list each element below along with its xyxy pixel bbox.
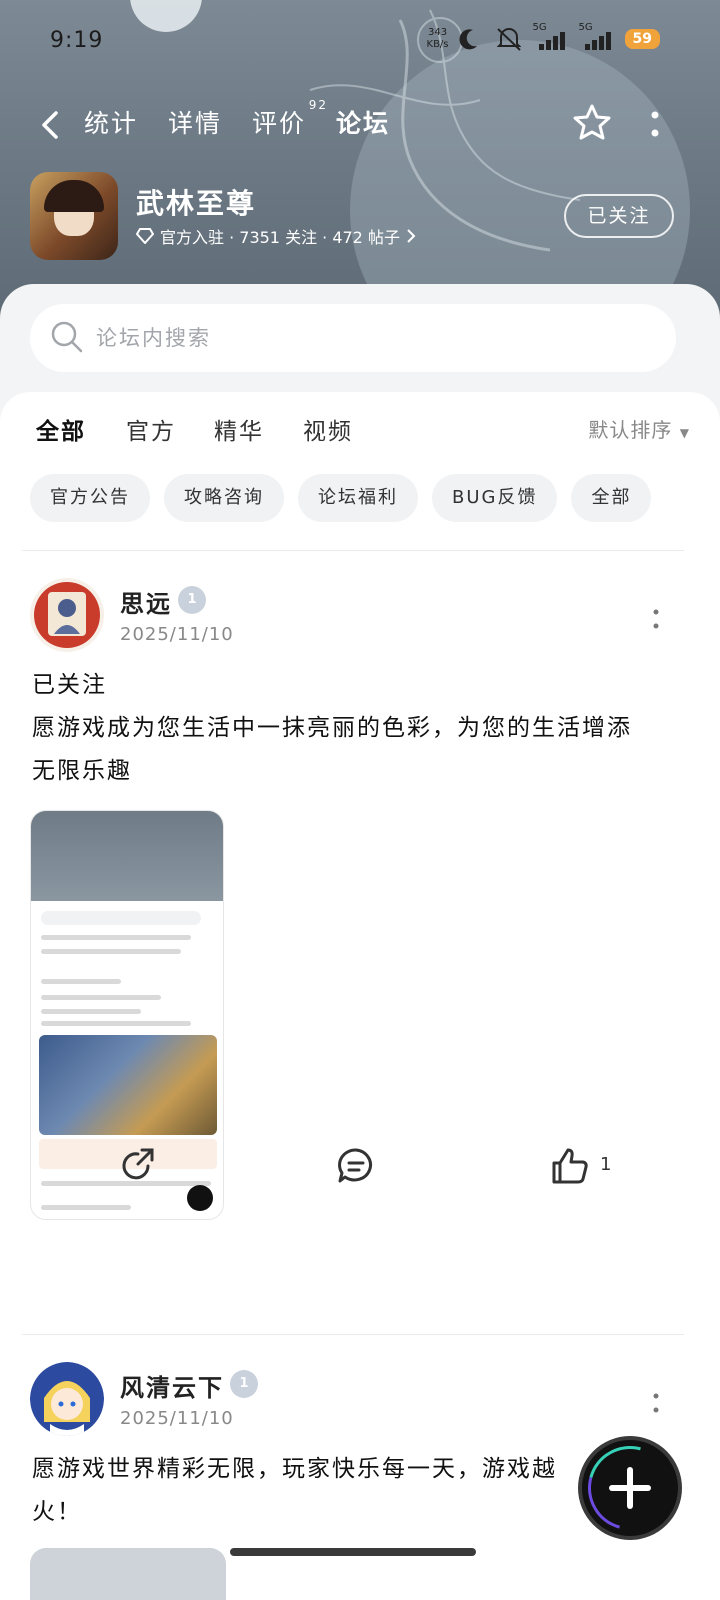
category-video[interactable]: 视频 [303, 412, 353, 446]
search-icon [51, 321, 83, 353]
chip-announcements[interactable]: 官方公告 [30, 474, 150, 522]
back-arrow-icon[interactable] [38, 110, 62, 140]
sort-label: 默认排序 [588, 418, 673, 442]
like-count: 1 [600, 1154, 612, 1175]
status-time: 9:19 [50, 28, 104, 53]
post-text-line: 已关注 [32, 672, 107, 698]
plus-icon [609, 1467, 651, 1509]
more-vertical-icon[interactable] [650, 110, 660, 138]
tab-stats[interactable]: 统计 [84, 104, 138, 140]
post-date: 2025/11/10 [120, 1408, 234, 1429]
share-icon[interactable] [118, 1146, 158, 1186]
category-all[interactable]: 全部 [36, 412, 86, 450]
signal-icon: 5G [533, 22, 569, 50]
search-bar[interactable] [30, 304, 676, 372]
network-speed-value: 343 [427, 27, 448, 38]
post-more-icon[interactable] [652, 1392, 660, 1414]
top-nav: 统计 详情 评价 92 论坛 [0, 98, 720, 150]
post-actions: 1 [0, 1146, 720, 1206]
tab-reviews-label: 评价 [252, 109, 307, 138]
chip-all[interactable]: 全部 [571, 474, 652, 522]
avatar[interactable] [30, 578, 104, 652]
post-text-line: 火！ [32, 1499, 82, 1525]
game-cover-image[interactable] [30, 172, 118, 260]
battery-indicator: 59 [624, 29, 660, 49]
category-tabs: 全部 官方 精华 视频 默认排序 ▼ [36, 412, 689, 452]
comment-icon[interactable] [336, 1146, 376, 1186]
post-author[interactable]: 思远 [120, 584, 172, 619]
post-body: 已关注 愿游戏成为您生活中一抹亮丽的色彩，为您的生活增添 无限乐趣 [32, 664, 662, 793]
moon-icon [459, 29, 477, 50]
category-official[interactable]: 官方 [126, 412, 176, 446]
signal-label-2: 5G [578, 22, 593, 33]
forum-header: 9:19 343 KB/s 5G 5G 59 统计 详情 评价 92 论坛 武林… [0, 0, 720, 330]
post-text-line: 愿游戏世界精彩无限，玩家快乐每一天，游戏越 [32, 1456, 557, 1482]
post-author[interactable]: 风清云下 [120, 1368, 224, 1403]
avatar[interactable] [30, 1362, 104, 1436]
chip-bug-report[interactable]: BUG反馈 [432, 474, 558, 522]
chip-benefits[interactable]: 论坛福利 [298, 474, 418, 522]
signal-icon-2: 5G [579, 22, 615, 50]
game-info: 武林至尊 官方入驻 · 7351 关注 · 472 帖子 已关注 [30, 172, 690, 262]
game-meta[interactable]: 官方入驻 · 7351 关注 · 472 帖子 [136, 224, 416, 248]
chevron-right-icon [407, 229, 416, 243]
tab-forum[interactable]: 论坛 [336, 104, 391, 142]
bell-muted-icon [496, 28, 521, 51]
star-favorite-icon[interactable] [572, 102, 612, 142]
new-post-button[interactable] [582, 1440, 678, 1536]
diamond-icon [136, 228, 154, 244]
divider [22, 550, 684, 551]
category-featured[interactable]: 精华 [214, 412, 264, 446]
forum-post[interactable]: 思远 1 2025/11/10 已关注 愿游戏成为您生活中一抹亮丽的色彩，为您的… [0, 578, 720, 1318]
chip-guides[interactable]: 攻略咨询 [164, 474, 284, 522]
caret-down-icon: ▼ [679, 426, 690, 440]
search-input[interactable] [96, 318, 656, 358]
search-panel [0, 284, 720, 404]
home-indicator[interactable] [230, 1548, 476, 1556]
tab-details[interactable]: 详情 [168, 104, 222, 140]
network-speed-unit: KB/s [426, 39, 449, 50]
sort-dropdown[interactable]: 默认排序 ▼ [588, 414, 690, 443]
follow-button[interactable]: 已关注 [564, 194, 674, 238]
topic-chips: 官方公告 攻略咨询 论坛福利 BUG反馈 全部 [30, 474, 652, 522]
network-speed: 343 KB/s [427, 27, 449, 51]
level-badge: 1 [230, 1370, 258, 1398]
forum-content: 全部 官方 精华 视频 默认排序 ▼ 官方公告 攻略咨询 论坛福利 BUG反馈 … [0, 392, 720, 1600]
post-more-icon[interactable] [652, 608, 660, 630]
divider [22, 1334, 684, 1335]
post-text-line: 愿游戏成为您生活中一抹亮丽的色彩，为您的生活增添 [32, 715, 632, 741]
tab-reviews[interactable]: 评价 92 [252, 98, 326, 140]
game-meta-text: 官方入驻 · 7351 关注 · 472 帖子 [160, 228, 400, 247]
post-date: 2025/11/10 [120, 624, 234, 645]
signal-label-1: 5G [532, 22, 547, 33]
level-badge: 1 [178, 586, 206, 614]
thumbs-up-icon[interactable] [550, 1146, 590, 1186]
post-body: 愿游戏世界精彩无限，玩家快乐每一天，游戏越 火！ [32, 1448, 662, 1534]
status-bar: 9:19 343 KB/s 5G 5G 59 [50, 22, 660, 62]
post-image-preview[interactable] [30, 1548, 226, 1600]
game-title: 武林至尊 [136, 187, 257, 220]
review-count-badge: 92 [308, 98, 329, 112]
post-text-line: 无限乐趣 [32, 758, 132, 784]
